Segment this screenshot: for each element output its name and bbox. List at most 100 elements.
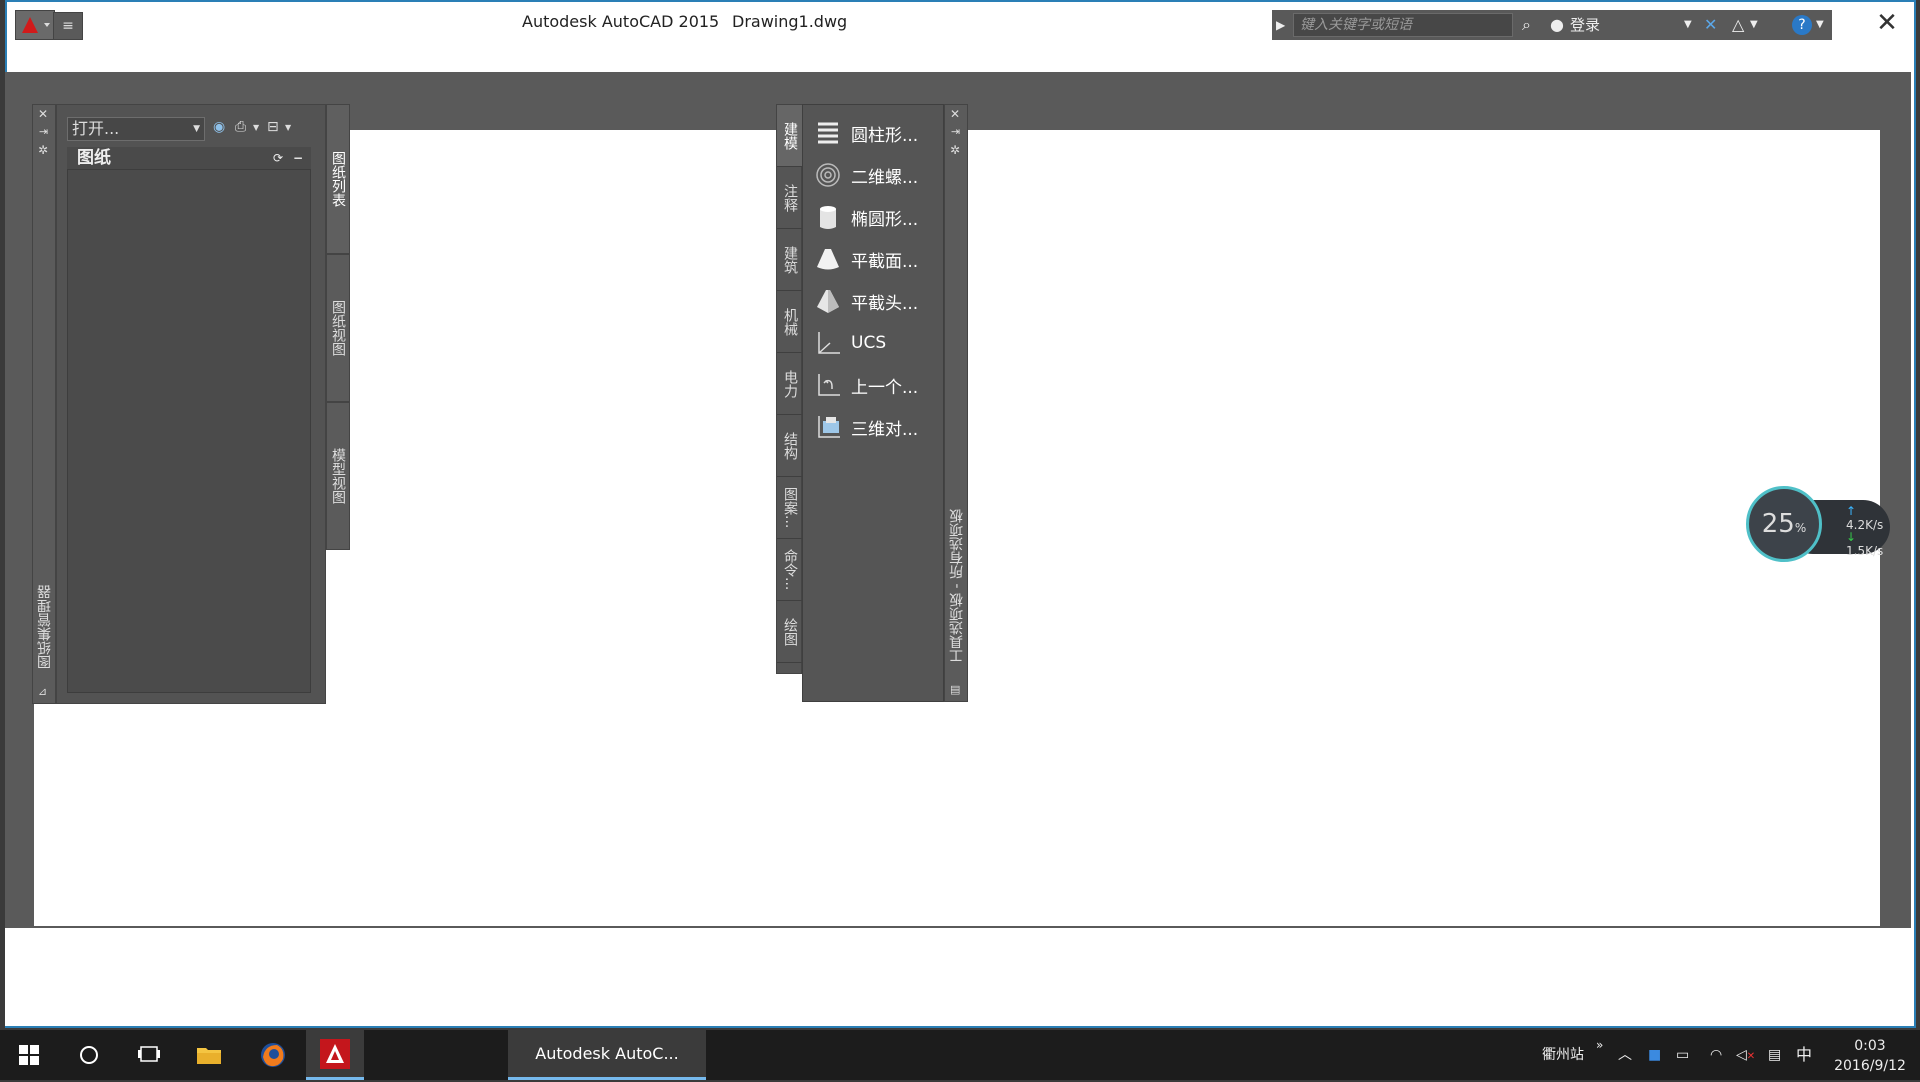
- tab-modeling[interactable]: 建模: [777, 105, 803, 167]
- app-title: Autodesk AutoCAD 2015: [522, 12, 720, 31]
- tab-sheet-views-label: 图纸视图: [330, 300, 346, 356]
- helix-icon: [813, 118, 843, 148]
- tab-sheet-views[interactable]: 图纸视图: [326, 254, 350, 402]
- ime-indicator[interactable]: 中: [1796, 1030, 1812, 1080]
- tool-ucs-previous[interactable]: 上一个...: [813, 365, 941, 405]
- upload-rate: ↑ 4.2K/s: [1846, 504, 1896, 532]
- clock[interactable]: 0:03 2016/9/12: [1826, 1036, 1914, 1076]
- tab-civil-label: 结构: [782, 431, 798, 460]
- close-icon[interactable]: ✕: [38, 107, 48, 121]
- refresh-icon[interactable]: ⟳: [273, 147, 283, 169]
- tool-3d-align[interactable]: 三维对...: [813, 407, 941, 447]
- help-icon[interactable]: ?: [1792, 15, 1812, 35]
- palette-menu-icon[interactable]: ⊿: [38, 685, 47, 698]
- tab-model-views-label: 模型视图: [330, 448, 346, 504]
- tab-hatches-label: 图案...: [782, 486, 798, 529]
- properties-icon[interactable]: ✲: [950, 143, 960, 157]
- file-explorer-icon[interactable]: [180, 1030, 238, 1080]
- task-view-icon[interactable]: [120, 1030, 178, 1080]
- quick-access-dropdown-button[interactable]: ≡: [53, 12, 83, 40]
- sheet-selection-icon[interactable]: ⊟: [267, 119, 279, 135]
- cpu-usage-circle: 25%: [1746, 486, 1822, 562]
- tool-palettes-vertical-title: 工具选项板 - 所有选项板: [949, 509, 965, 663]
- collapse-icon[interactable]: −: [293, 147, 303, 169]
- notification-icon[interactable]: ▤: [1768, 1030, 1781, 1080]
- tool-helix[interactable]: 圆柱形...: [813, 113, 941, 153]
- expand-arrow-icon[interactable]: ▶: [1276, 10, 1285, 40]
- tab-electrical[interactable]: 电力: [777, 353, 803, 415]
- firefox-icon[interactable]: [244, 1030, 302, 1080]
- sheets-list[interactable]: [67, 169, 311, 693]
- ssm-title-strip: ✕ ⇥ ✲ 图纸集管理器 ⊿: [32, 104, 56, 704]
- show-hidden-icons-icon[interactable]: ︿: [1618, 1030, 1632, 1080]
- tab-annotation[interactable]: 注释: [777, 167, 803, 229]
- autocad-logo-icon: [22, 17, 50, 33]
- search-input[interactable]: 键入关键字或短语: [1293, 13, 1513, 37]
- close-window-button[interactable]: ✕: [1867, 6, 1907, 40]
- tab-annotation-label: 注释: [782, 183, 798, 212]
- sign-in-dropdown-icon[interactable]: ▼: [1684, 10, 1692, 40]
- open-sheet-set-dropdown[interactable]: 打开... ▼: [67, 117, 205, 141]
- tab-draw[interactable]: 绘图: [777, 601, 803, 663]
- tool-frustum-cone[interactable]: 平截面...: [813, 239, 941, 279]
- binoculars-icon[interactable]: ⌕: [1522, 10, 1531, 40]
- tab-mechanical[interactable]: 机械: [777, 291, 803, 353]
- user-icon[interactable]: ●: [1550, 10, 1564, 40]
- tool-ucs[interactable]: UCS: [813, 323, 941, 363]
- tool-2d-spiral[interactable]: 二维螺...: [813, 155, 941, 195]
- autocad-icon[interactable]: [306, 1030, 364, 1080]
- location-label[interactable]: 衢州站: [1542, 1030, 1584, 1080]
- application-menu-button[interactable]: [15, 10, 55, 40]
- ucs-icon: [813, 328, 843, 358]
- spiral-icon: [813, 160, 843, 190]
- tab-model-views[interactable]: 模型视图: [326, 402, 350, 550]
- chevron-down-icon: ▼: [193, 124, 200, 134]
- tab-hatches[interactable]: 图案...: [777, 477, 803, 539]
- defender-icon[interactable]: ■: [1648, 1030, 1661, 1080]
- infocenter-toolbar: ▶ 键入关键字或短语 ⌕ ● 登录 ▼ ✕ △ ▼ ? ▼: [1272, 10, 1832, 40]
- close-icon[interactable]: ✕: [950, 107, 960, 121]
- dropdown-menu-icon: ≡: [62, 18, 74, 34]
- windows-start-icon[interactable]: [0, 1030, 58, 1080]
- network-speed-widget[interactable]: ↑ 4.2K/s ↓ 1.5K/s 25%: [1746, 486, 1896, 562]
- autodesk-360-icon[interactable]: △: [1732, 10, 1744, 40]
- tab-command-tools[interactable]: 命令...: [777, 539, 803, 601]
- clock-time: 0:03: [1854, 1038, 1886, 1054]
- wifi-icon[interactable]: ◠: [1710, 1030, 1722, 1080]
- tab-architectural[interactable]: 建筑: [777, 229, 803, 291]
- sign-in-button[interactable]: 登录: [1570, 10, 1600, 40]
- publish-icon[interactable]: ◉: [213, 119, 225, 135]
- auto-hide-icon[interactable]: ⇥: [951, 125, 960, 138]
- properties-icon[interactable]: ✲: [38, 143, 48, 157]
- volume-muted-icon[interactable]: ◁✕: [1736, 1030, 1755, 1080]
- tab-modeling-label: 建模: [782, 121, 798, 150]
- open-dropdown-label: 打开...: [72, 119, 120, 138]
- sheet-set-manager-palette: ✕ ⇥ ✲ 图纸集管理器 ⊿ 打开... ▼ ◉ ⎙ ▼ ⊟ ▼ 图纸 ⟳ − …: [32, 104, 358, 704]
- tool-label: UCS: [851, 333, 887, 353]
- download-arrow-icon: ↓: [1846, 530, 1857, 544]
- tool-frustum-pyramid[interactable]: 平截头...: [813, 281, 941, 321]
- tool-palette-tabs: 建模 注释 建筑 机械 电力 结构 图案... 命令... 绘图: [776, 104, 803, 674]
- search-circle-icon[interactable]: [60, 1030, 118, 1080]
- taskbar-autocad-window-button[interactable]: Autodesk AutoC...: [508, 1030, 706, 1080]
- tab-electrical-label: 电力: [782, 369, 798, 398]
- tool-label: 三维对...: [851, 419, 919, 440]
- auto-hide-icon[interactable]: ⇥: [39, 125, 48, 138]
- title-bar: ≡ Autodesk AutoCAD 2015 Drawing1.dwg ▶ 键…: [7, 2, 1914, 48]
- tab-draw-label: 绘图: [782, 617, 798, 646]
- tool-elliptical-cylinder[interactable]: 椭圆形...: [813, 197, 941, 237]
- more-tray-icon[interactable]: »: [1596, 1020, 1603, 1070]
- tab-civil[interactable]: 结构: [777, 415, 803, 477]
- plot-icon[interactable]: ⎙: [235, 119, 246, 135]
- tab-sheet-list[interactable]: 图纸列表: [326, 104, 350, 254]
- exchange-apps-icon[interactable]: ✕: [1704, 10, 1717, 40]
- plot-dropdown-icon[interactable]: ▼: [253, 123, 259, 132]
- tool-palettes-title-strip: ✕ ⇥ ✲ 工具选项板 - 所有选项板 ▤: [944, 104, 968, 702]
- a360-dropdown-icon[interactable]: ▼: [1750, 10, 1758, 40]
- help-dropdown-icon[interactable]: ▼: [1816, 10, 1824, 40]
- tool-palettes-window: 建模 注释 建筑 机械 电力 结构 图案... 命令... 绘图 圆柱形... …: [776, 104, 972, 704]
- sheet-selection-dropdown-icon[interactable]: ▼: [285, 123, 291, 132]
- battery-icon[interactable]: ▭: [1676, 1030, 1689, 1080]
- download-rate-value: 1.5K/s: [1846, 544, 1884, 558]
- palette-menu-icon[interactable]: ▤: [950, 683, 960, 696]
